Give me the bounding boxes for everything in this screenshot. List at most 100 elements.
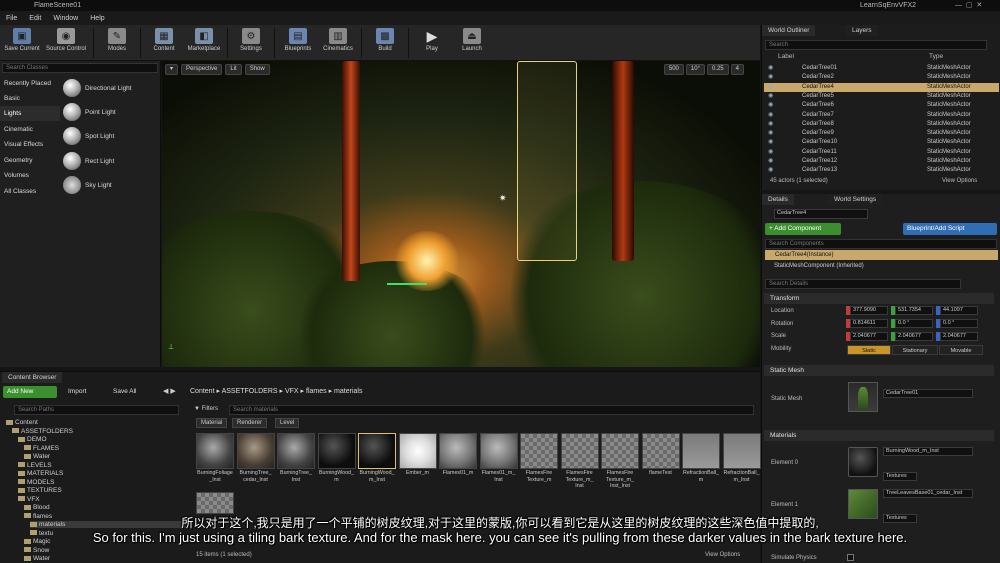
launch-button[interactable]: ⏏ Launch [452,25,492,61]
folder-tree-item[interactable]: TEXTURES [18,487,62,494]
visibility-eye-icon[interactable]: ◉ [768,148,774,157]
history-arrows[interactable]: ◀ ▶ [163,387,176,395]
play-button[interactable]: ▶ Play [412,25,452,61]
save-all-button[interactable]: Save All [109,386,155,398]
asset-tile[interactable]: BurningTree_ cedar_Inst [236,433,275,491]
filter-chip[interactable]: Level [275,418,300,428]
add-new-button[interactable]: Add New [3,386,57,398]
folder-tree-item[interactable]: DEMO [18,436,47,443]
asset-tile[interactable]: Flames01_m_ Inst [479,433,518,491]
outliner-row[interactable]: ◉ CedarTree13 StaticMeshActor [764,166,999,175]
source-control-button[interactable]: ◉ Source Control [42,25,90,61]
mobility-stationary-button[interactable]: Stationary [892,345,938,355]
selected-cedar-tree[interactable] [517,61,577,261]
asset-tile[interactable]: BurningWood_ m_Inst [358,433,396,491]
folder-tree-item[interactable]: VFX [18,496,40,503]
blueprint-add-script-button[interactable]: Blueprint/Add Script [903,223,997,235]
category-volumes[interactable]: Volumes [0,168,60,183]
element0-material-dropdown[interactable]: BurningWood_m_Inst [883,447,973,456]
content-button[interactable]: ▦ Content [144,25,184,61]
asset-tile[interactable]: FlamesFire Texture_m_ Inst_Inst [601,433,639,491]
camera-speed-value[interactable]: 4 [730,64,744,75]
tab-details[interactable]: Details [762,194,794,205]
lit-button[interactable]: Lit [225,64,242,75]
outliner-row[interactable]: ◉ CedarTree9 StaticMeshActor [764,129,999,138]
asset-tile[interactable]: BurningFoliage _Inst [196,433,234,491]
asset-tile[interactable]: RefractionBall_ m_Inst [722,433,761,491]
build-button[interactable]: ▩ Build [365,25,405,61]
filter-chip[interactable]: Material [196,418,228,428]
menu-window[interactable]: Window [47,15,84,22]
location-field[interactable]: 377.9090 [850,306,888,315]
point-light-item[interactable]: Point Light [63,101,159,123]
visibility-eye-icon[interactable]: ◉ [768,157,774,166]
add-component-button[interactable]: + Add Component [765,223,841,235]
component-instance-row[interactable]: CedarTree4(Instance) [765,250,998,260]
breadcrumb-item[interactable]: VFX [285,388,299,395]
rotation-field[interactable]: 0.0 ° [940,319,978,328]
level-tab[interactable]: FlameScene01 [34,2,81,9]
tab-world-outliner[interactable]: World Outliner [762,25,816,36]
asset-tile[interactable]: BurningWood_ m [317,433,356,491]
element0-textures-dropdown[interactable]: Textures [883,472,917,481]
import-button[interactable]: Import [64,386,104,398]
breadcrumb-item[interactable]: materials [334,388,362,395]
search-classes-input[interactable]: Search Classes [2,63,158,73]
rotation-field[interactable]: 0.0 ° [895,319,933,328]
save-current-button[interactable]: ▣ Save Current [2,25,42,61]
element0-material-thumbnail[interactable] [848,447,878,477]
rotation-snap-value[interactable]: 10° [685,64,705,75]
content-view-options[interactable]: View Options [705,552,740,558]
visibility-eye-icon[interactable]: ◉ [768,92,774,101]
location-field[interactable]: 531.7354 [895,306,933,315]
grid-snap-value[interactable]: 500 [663,64,684,75]
search-materials-input[interactable]: Search materials [229,405,754,415]
search-paths-input[interactable]: Search Paths [14,405,179,415]
modes-button[interactable]: ✎ Modes [97,25,137,61]
menu-file[interactable]: File [0,15,23,22]
outliner-row[interactable]: ◉ CedarTree10 StaticMeshActor [764,138,999,147]
scale-field[interactable]: 2.040677 [850,332,888,341]
scale-snap-value[interactable]: 0.25 [706,64,729,75]
outliner-row[interactable]: ◉ CedarTree7 StaticMeshActor [764,111,999,120]
static-mesh-component-row[interactable]: StaticMeshComponent (Inherited) [774,263,864,269]
visibility-eye-icon[interactable]: ◉ [768,111,774,120]
visibility-eye-icon[interactable]: ◉ [768,83,774,92]
level-viewport[interactable]: ✷ ▾ Perspective Lit Show 500 10° 0.25 4 … [162,61,760,367]
category-lights[interactable]: Lights [0,106,60,121]
visibility-eye-icon[interactable]: ◉ [768,101,774,110]
mobility-static-button[interactable]: Static [847,345,891,355]
static-mesh-thumbnail[interactable] [848,382,878,412]
actor-name-input[interactable]: CedarTree4 [774,209,868,219]
folder-tree-item[interactable]: ASSETFOLDERS [12,428,73,435]
folder-tree-item[interactable]: FLAMES [24,445,59,452]
outliner-row[interactable]: ◉ CedarTree11 StaticMeshActor [764,148,999,157]
column-label[interactable]: Label [778,53,794,62]
outliner-view-options[interactable]: View Options [942,178,977,184]
outliner-search-input[interactable]: Search [765,40,987,50]
breadcrumb-item[interactable]: ASSETFOLDERS [222,388,278,395]
breadcrumb-item[interactable]: flames [306,388,327,395]
sky-light-item[interactable]: Sky Light [63,174,159,196]
outliner-row[interactable]: ◉ CedarTree01 StaticMeshActor [764,64,999,73]
location-field[interactable]: 44.1097 [940,306,978,315]
folder-tree-item[interactable]: Blood [24,504,50,511]
show-button[interactable]: Show [244,64,270,75]
static-mesh-dropdown[interactable]: CedarTree01 [883,389,973,398]
folder-tree-item[interactable]: Snow [24,547,49,554]
asset-tile[interactable]: Flames01_m [439,433,477,491]
asset-tile[interactable]: flameTest [641,433,680,491]
filter-chip[interactable]: Renderer [232,418,268,428]
rect-light-item[interactable]: Rect Light [63,150,159,172]
window-controls[interactable]: — ▢ ✕ [955,1,982,9]
spot-light-item[interactable]: Spot Light [63,125,159,147]
folder-tree-item[interactable]: Water [24,555,50,562]
breadcrumb-item[interactable]: Content [190,388,215,395]
category-visual-effects[interactable]: Visual Effects [0,137,60,152]
scale-field[interactable]: 2.040677 [940,332,978,341]
blueprints-button[interactable]: ▤ Blueprints [278,25,318,61]
folder-tree-item[interactable]: Water [24,453,50,460]
menu-help[interactable]: Help [84,15,110,22]
visibility-eye-icon[interactable]: ◉ [768,138,774,147]
column-type[interactable]: Type [929,53,943,62]
